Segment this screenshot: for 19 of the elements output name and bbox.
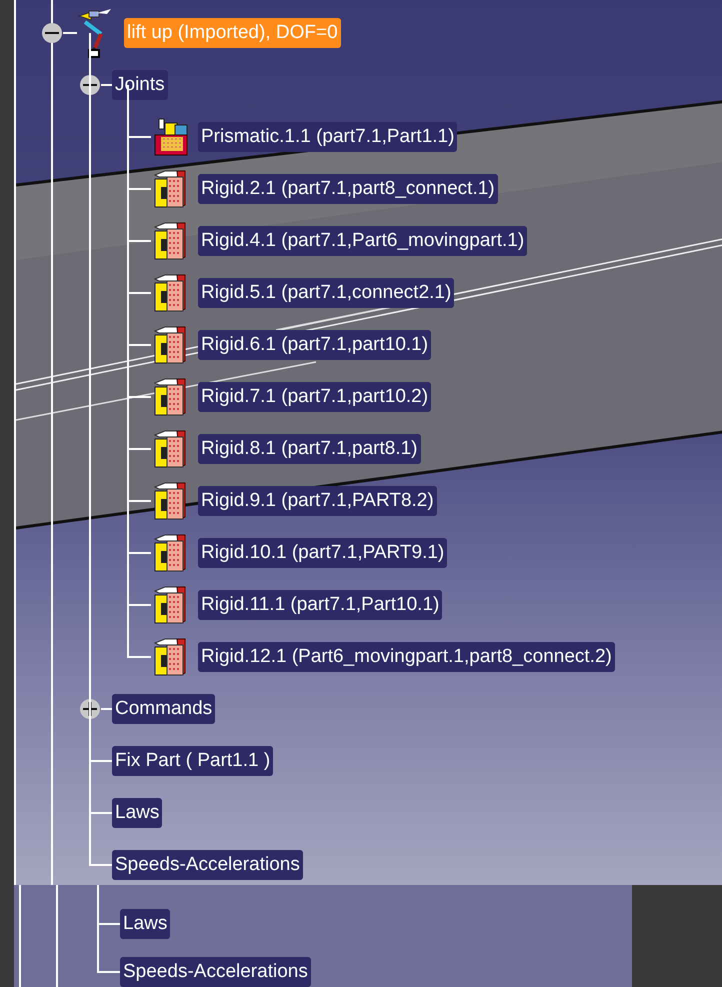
tree-item-label[interactable]: Speeds-Accelerations xyxy=(112,850,303,880)
tree-item-label[interactable]: Fix Part ( Part1.1 ) xyxy=(112,746,274,776)
tree-item-label[interactable]: Rigid.7.1 (part7.1,part10.2) xyxy=(198,382,432,412)
tree-item-label[interactable]: Prismatic.1.1 (part7.1,Part1.1) xyxy=(198,122,458,152)
collapse-toggle[interactable] xyxy=(41,22,63,44)
tree-item-label[interactable]: Laws xyxy=(120,909,170,939)
tree-item-label[interactable]: Laws xyxy=(112,798,162,828)
tree-item-label[interactable]: Rigid.10.1 (part7.1,PART9.1) xyxy=(198,538,448,568)
tree-item-label[interactable]: Rigid.12.1 (Part6_movingpart.1,part8_connect.2) xyxy=(198,642,615,672)
tree-item-label[interactable]: Rigid.5.1 (part7.1,connect2.1) xyxy=(198,278,454,308)
tree-item-label[interactable]: Rigid.9.1 (part7.1,PART8.2) xyxy=(198,486,437,516)
tree-item-label[interactable]: Rigid.2.1 (part7.1,part8_connect.1) xyxy=(198,174,498,204)
tree-item-label[interactable]: Joints xyxy=(112,70,168,100)
tree-item-label[interactable]: Commands xyxy=(112,694,216,724)
tree-item-label[interactable]: Rigid.8.1 (part7.1,part8.1) xyxy=(198,434,421,464)
tree-item-label[interactable]: Rigid.4.1 (part7.1,Part6_movingpart.1) xyxy=(198,226,528,256)
tree-item-label[interactable]: Rigid.11.1 (part7.1,Part10.1) xyxy=(198,590,442,620)
tree-item-label[interactable]: Speeds-Accelerations xyxy=(120,957,311,987)
tree-item-label[interactable]: Rigid.6.1 (part7.1,part10.1) xyxy=(198,330,432,360)
